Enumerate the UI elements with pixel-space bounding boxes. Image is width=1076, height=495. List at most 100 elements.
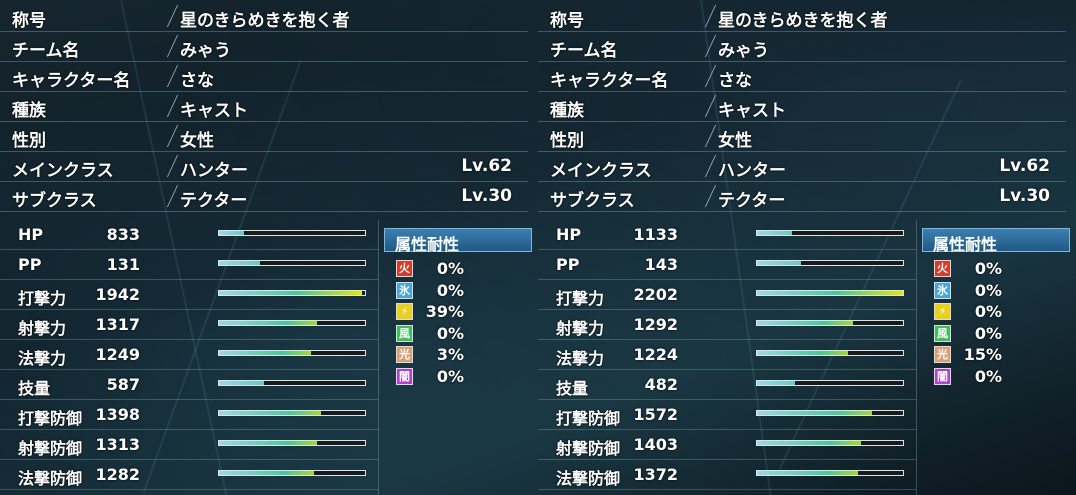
class-level: Lv.30	[999, 186, 1050, 206]
info-label: メインクラス	[12, 161, 114, 181]
stat-bar-fill	[757, 471, 858, 475]
info-row-title: 称号 星のきらめきを抱く者	[0, 2, 528, 32]
info-value-text: 星のきらめきを抱く者	[180, 11, 350, 31]
resistance-row: 闇 0%	[922, 366, 1070, 388]
stat-label: 打撃力	[556, 289, 605, 308]
stat-bar	[756, 290, 904, 296]
info-row-main-class: メインクラス ハンター Lv.62	[0, 152, 528, 182]
stat-bar-fill	[219, 261, 260, 265]
stat-label: 打撃防御	[556, 409, 621, 428]
dark-icon: 闇	[934, 367, 951, 385]
stat-row: 法撃力 1224	[538, 340, 916, 370]
info-value-text: 女性	[718, 131, 752, 151]
stat-bar	[218, 290, 366, 296]
stat-bar-fill	[219, 351, 311, 355]
info-value: さな	[710, 66, 752, 91]
class-level: Lv.30	[461, 186, 512, 206]
info-row-race: 種族 キャスト	[538, 92, 1066, 122]
info-value-text: みゃう	[718, 41, 769, 61]
stat-row: 射撃防御 1313	[0, 430, 378, 460]
resistance-value: 0%	[974, 323, 1002, 343]
resistance-row: 風 0%	[922, 323, 1070, 345]
stat-bar-fill	[757, 351, 848, 355]
info-label: 性別	[550, 131, 584, 151]
stat-value: 1403	[633, 435, 678, 454]
info-value: さな	[172, 66, 214, 91]
info-value: 星のきらめきを抱く者	[710, 6, 888, 31]
info-value: 星のきらめきを抱く者	[172, 6, 350, 31]
info-label: 性別	[12, 131, 46, 151]
info-row-team: チーム名 みゃう	[0, 32, 528, 62]
stat-bar	[218, 350, 366, 356]
stat-label: PP	[18, 255, 42, 274]
stat-bar	[756, 230, 904, 236]
stat-value: 1942	[95, 285, 140, 304]
profile-info: 称号 星のきらめきを抱く者 チーム名 みゃう キャラクター名 さな 種族 キャス…	[538, 2, 1066, 212]
stat-bar-fill	[219, 321, 317, 325]
stat-row: 打撃力 1942	[0, 280, 378, 310]
stat-row: 射撃防御 1403	[538, 430, 916, 460]
info-value-text: ハンター	[718, 161, 786, 181]
stat-bar-fill	[757, 231, 793, 235]
resistance-row: 光 15%	[922, 344, 1070, 366]
stat-bar	[218, 440, 366, 446]
stat-label: 射撃力	[556, 319, 605, 338]
info-label: 種族	[12, 101, 46, 121]
info-row-gender: 性別 女性	[0, 122, 528, 152]
resistance-value: 0%	[436, 323, 464, 343]
stats-list: HP 1133 PP 143 打撃力 2202 射撃力 1292 法撃力 1224 技量 482 打撃防…	[538, 220, 916, 490]
stat-value: 1317	[95, 315, 140, 334]
info-row-character-name: キャラクター名 さな	[538, 62, 1066, 92]
stat-value: 1224	[633, 345, 678, 364]
stat-label: HP	[18, 225, 44, 244]
divider	[378, 220, 379, 495]
info-label: チーム名	[550, 41, 618, 61]
info-label: メインクラス	[550, 161, 652, 181]
stat-row: 打撃防御 1572	[538, 400, 916, 430]
resistance-row: 氷 0%	[384, 280, 532, 302]
light-icon: 光	[396, 346, 413, 363]
info-label: サブクラス	[12, 191, 97, 211]
resistance-list: 火 0% 氷 0% ⚡ 39% 風 0% 光 3% 闇 0%	[384, 258, 532, 387]
info-row-sub-class: サブクラス テクター Lv.30	[538, 182, 1066, 212]
element-resistance-box: 属性耐性 火 0% 氷 0% ⚡ 0% 風 0% 光 15% 闇 0%	[922, 228, 1070, 387]
stat-row: HP 1133	[538, 220, 916, 250]
stat-label: 法撃防御	[18, 469, 83, 488]
info-row-character-name: キャラクター名 さな	[0, 62, 528, 92]
stat-label: 技量	[18, 379, 51, 398]
stat-bar	[756, 440, 904, 446]
stat-label: 法撃力	[18, 349, 67, 368]
character-panel-right: 称号 星のきらめきを抱く者 チーム名 みゃう キャラクター名 さな 種族 キャス…	[538, 0, 1076, 495]
fire-icon: 火	[396, 260, 413, 277]
stat-row: HP 833	[0, 220, 378, 250]
wind-icon: 風	[396, 324, 413, 342]
info-value-text: キャスト	[718, 101, 786, 121]
info-row-sub-class: サブクラス テクター Lv.30	[0, 182, 528, 212]
lightning-icon: ⚡	[396, 303, 413, 320]
stat-label: HP	[556, 225, 582, 244]
stat-bar-fill	[757, 441, 861, 445]
stat-row: PP 143	[538, 250, 916, 280]
stat-row: PP 131	[0, 250, 378, 280]
info-value: テクター	[172, 186, 247, 211]
info-row-title: 称号 星のきらめきを抱く者	[538, 2, 1066, 32]
stat-bar	[218, 320, 366, 326]
resistance-value: 15%	[963, 345, 1002, 364]
stat-row: 法撃力 1249	[0, 340, 378, 370]
stat-value: 143	[644, 255, 678, 274]
stat-bar-fill	[219, 231, 244, 235]
stat-value: 587	[106, 375, 140, 394]
resistance-row: ⚡ 39%	[384, 301, 532, 323]
dark-icon: 闇	[396, 367, 413, 385]
resistance-row: 火 0%	[922, 258, 1070, 280]
info-value-text: さな	[718, 71, 752, 91]
info-value: 女性	[172, 126, 214, 151]
stat-label: 射撃力	[18, 319, 67, 338]
stat-value: 1398	[95, 405, 140, 424]
stat-value: 1133	[633, 225, 678, 244]
profile-info: 称号 星のきらめきを抱く者 チーム名 みゃう キャラクター名 さな 種族 キャス…	[0, 2, 528, 212]
info-value-text: ハンター	[180, 161, 248, 181]
info-value: キャスト	[172, 96, 248, 121]
resistance-value: 0%	[974, 302, 1002, 321]
resistance-value: 0%	[436, 259, 464, 278]
